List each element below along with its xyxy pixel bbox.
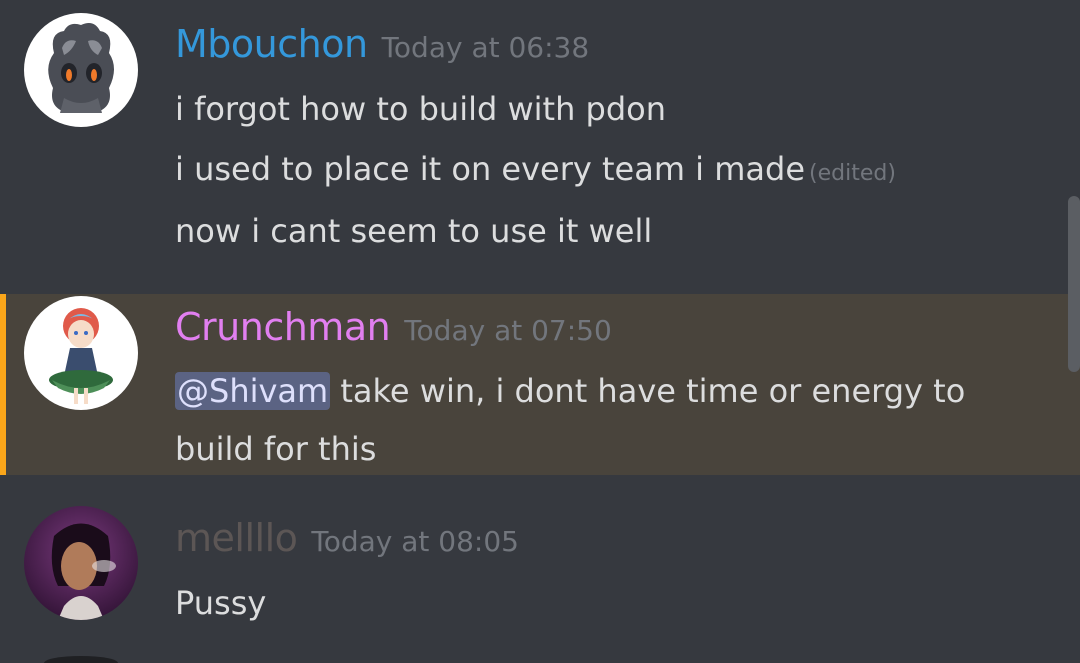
marshadow-avatar-icon — [24, 13, 138, 127]
timestamp[interactable]: Today at 07:50 — [404, 314, 612, 347]
next-message-avatar — [44, 656, 118, 663]
message-text: now i cant seem to use it well — [175, 212, 653, 250]
avatar[interactable] — [24, 296, 138, 410]
message-text: Pussy — [175, 584, 267, 622]
message-header: mellllo Today at 08:05 — [175, 516, 519, 560]
message-text: build for this — [175, 430, 377, 468]
avatar[interactable] — [24, 506, 138, 620]
message-text-content: i used to place it on every team i made — [175, 150, 805, 188]
mention-highlight-bar — [0, 294, 6, 475]
timestamp[interactable]: Today at 08:05 — [311, 525, 519, 558]
message-header: Crunchman Today at 07:50 — [175, 305, 612, 349]
avatar[interactable] — [24, 13, 138, 127]
chat-message-list: Mbouchon Today at 06:38 i forgot how to b… — [0, 0, 1080, 663]
username[interactable]: Mbouchon — [175, 22, 368, 66]
message-text: @Shivam take win, i dont have time or en… — [175, 372, 965, 410]
username[interactable]: mellllo — [175, 516, 298, 560]
message-text: i used to place it on every team i made(… — [175, 150, 896, 188]
timestamp[interactable]: Today at 06:38 — [382, 31, 590, 64]
edited-label: (edited) — [809, 161, 896, 186]
scrollbar-thumb[interactable] — [1068, 196, 1080, 372]
user-mention[interactable]: @Shivam — [175, 372, 331, 410]
message-header: Mbouchon Today at 06:38 — [175, 22, 589, 66]
message-text-content: take win, i dont have time or energy to — [330, 372, 966, 410]
anime-character-avatar-icon — [24, 296, 138, 410]
profile-photo-avatar-icon — [24, 506, 138, 620]
username[interactable]: Crunchman — [175, 305, 391, 349]
message-text: i forgot how to build with pdon — [175, 90, 667, 128]
